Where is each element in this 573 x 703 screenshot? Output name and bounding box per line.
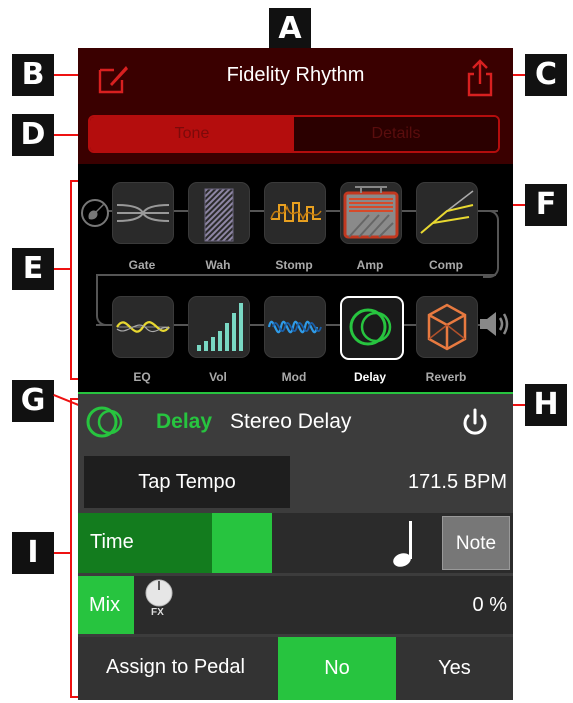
block-gate[interactable]: [112, 182, 174, 244]
bracket-e: [70, 180, 72, 380]
effect-type[interactable]: Delay: [156, 410, 212, 434]
note-sync-button[interactable]: Note: [442, 516, 510, 570]
mod-icon: [267, 320, 322, 334]
block-amp[interactable]: [340, 182, 402, 244]
delay-type-icon[interactable]: [84, 402, 128, 442]
block-label: EQ: [133, 370, 151, 384]
effect-panel: Delay Stereo Delay Tap Tempo 171.5 BPM T…: [78, 392, 513, 700]
block-label: Stomp: [275, 258, 313, 272]
fx-knob[interactable]: FX: [144, 578, 174, 622]
quarter-note-icon: [393, 521, 412, 567]
block-comp[interactable]: [416, 182, 478, 244]
callout-d: D: [12, 114, 54, 156]
stomp-icon: [270, 202, 322, 222]
block-label: Delay: [353, 370, 387, 384]
callout-g: G: [12, 380, 54, 422]
amp-icon: [343, 186, 399, 239]
block-label: Wah: [205, 258, 231, 272]
comp-icon: [420, 190, 474, 234]
block-mod[interactable]: [264, 296, 326, 358]
effect-model[interactable]: Stereo Delay: [230, 410, 351, 434]
block-label: Gate: [128, 258, 156, 272]
block-delay[interactable]: [340, 296, 404, 360]
assign-label: Assign to Pedal: [106, 656, 245, 678]
speaker-output-icon: [480, 312, 509, 336]
volume-icon: [197, 303, 243, 351]
block-wah[interactable]: [188, 182, 250, 244]
mix-label: Mix: [89, 594, 121, 616]
wah-icon: [204, 188, 234, 242]
block-label: Amp: [356, 258, 384, 272]
signal-chain: Gate Wah Stomp Amp Comp EQ Vol Mod Delay…: [78, 164, 513, 392]
time-slider[interactable]: Time Note: [78, 513, 513, 573]
bypass-button[interactable]: [458, 406, 492, 440]
callout-c: C: [525, 54, 567, 96]
power-icon: [463, 408, 487, 435]
callout-b: B: [12, 54, 54, 96]
block-eq[interactable]: [112, 296, 174, 358]
time-label: Time: [90, 531, 134, 553]
gate-icon: [116, 204, 170, 222]
eq-icon: [116, 321, 170, 333]
block-label: Vol: [209, 370, 227, 384]
header: Fidelity Rhythm Tone Details: [78, 48, 513, 164]
block-label: Mod: [281, 370, 307, 384]
tone-details-switch: Tone Details: [88, 115, 500, 153]
share-button[interactable]: [464, 58, 496, 98]
mix-value: 0 %: [472, 594, 507, 616]
fx-knob-label: FX: [151, 607, 164, 618]
callout-i: I: [12, 532, 54, 574]
bracket-i: [70, 398, 72, 698]
tab-details[interactable]: Details: [294, 117, 498, 151]
mix-slider[interactable]: Mix FX 0 %: [78, 576, 513, 634]
block-stomp[interactable]: [264, 182, 326, 244]
tempo-value: 171.5 BPM: [408, 471, 507, 493]
assign-yes-button[interactable]: Yes: [396, 637, 513, 700]
assign-no-button[interactable]: No: [278, 637, 396, 700]
callout-a: A: [269, 8, 311, 50]
knob-icon: [145, 579, 173, 607]
preset-title: Fidelity Rhythm: [226, 64, 365, 86]
app-screen: Fidelity Rhythm Tone Details Gate Wah St…: [78, 48, 513, 700]
tap-tempo-button[interactable]: Tap Tempo: [84, 456, 290, 508]
assign-to-pedal-row: Assign to Pedal No Yes: [78, 637, 513, 700]
tab-tone[interactable]: Tone: [90, 117, 294, 151]
guitar-input-icon: [81, 199, 109, 227]
share-icon: [467, 59, 493, 97]
block-reverb[interactable]: [416, 296, 478, 358]
block-vol[interactable]: [188, 296, 250, 358]
callout-h: H: [525, 384, 567, 426]
reverb-icon: [427, 303, 467, 351]
time-slider-thumb[interactable]: [212, 513, 272, 573]
block-label: Reverb: [425, 370, 467, 384]
callout-e: E: [12, 248, 54, 290]
block-label: Comp: [429, 258, 463, 272]
delay-icon: [349, 308, 392, 346]
callout-f: F: [525, 184, 567, 226]
